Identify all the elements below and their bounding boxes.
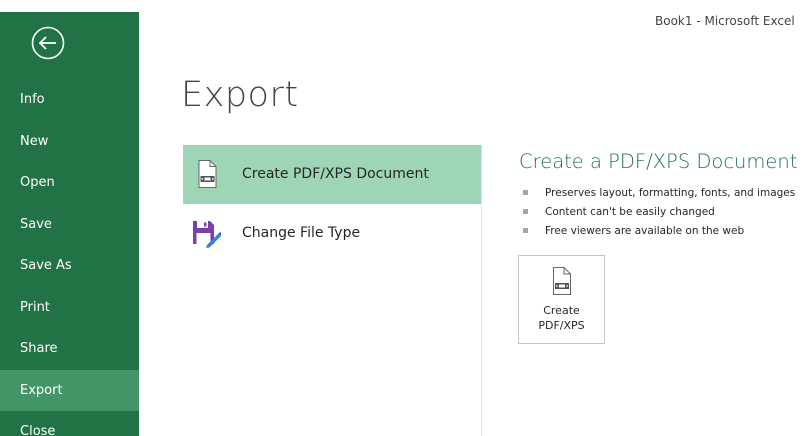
backstage-sidebar: Info New Open Save Save As Print Share E…: [0, 12, 139, 436]
bullet-text: Content can't be easily changed: [545, 206, 715, 218]
back-arrow-icon: [31, 26, 65, 60]
back-button[interactable]: [31, 26, 65, 60]
pane-divider: [481, 145, 482, 436]
nav-item-close[interactable]: Close: [0, 411, 139, 436]
create-pdf-xps-button[interactable]: Create PDF/XPS: [518, 255, 605, 344]
pdf-document-icon: [553, 267, 571, 295]
page-title: Export: [181, 75, 299, 115]
create-pdf-xps-label: Create PDF/XPS: [538, 304, 585, 332]
nav-item-save[interactable]: Save: [0, 204, 139, 246]
detail-title: Create a PDF/XPS Document: [519, 150, 798, 173]
nav-item-print[interactable]: Print: [0, 287, 139, 329]
bullet-square-icon: [523, 190, 528, 195]
export-options-list: Create PDF/XPS Document Change File Type: [183, 145, 481, 263]
option-change-file-type[interactable]: Change File Type: [183, 204, 481, 263]
nav-item-info[interactable]: Info: [0, 79, 139, 121]
option-create-pdf-xps[interactable]: Create PDF/XPS Document: [183, 145, 481, 204]
pdf-document-icon: [198, 160, 217, 188]
nav-item-open[interactable]: Open: [0, 162, 139, 204]
bullet-text: Preserves layout, formatting, fonts, and…: [545, 187, 796, 199]
option-label: Create PDF/XPS Document: [242, 166, 429, 182]
list-item: Preserves layout, formatting, fonts, and…: [523, 184, 795, 203]
bullet-square-icon: [523, 209, 528, 214]
list-item: Content can't be easily changed: [523, 203, 795, 222]
nav-item-save-as[interactable]: Save As: [0, 245, 139, 287]
nav-item-export[interactable]: Export: [0, 369, 139, 411]
window-title: Book1 - Microsoft Excel: [655, 14, 795, 28]
excel-backstage: Info New Open Save Save As Print Share E…: [0, 0, 804, 436]
bullet-square-icon: [523, 228, 528, 233]
backstage-nav: Info New Open Save Save As Print Share E…: [0, 79, 139, 436]
list-item: Free viewers are available on the web: [523, 222, 795, 241]
save-as-file-type-icon: [193, 221, 221, 248]
option-label: Change File Type: [242, 225, 361, 241]
detail-bullet-list: Preserves layout, formatting, fonts, and…: [523, 184, 795, 241]
nav-item-new[interactable]: New: [0, 121, 139, 163]
nav-item-share[interactable]: Share: [0, 328, 139, 370]
bullet-text: Free viewers are available on the web: [545, 225, 745, 237]
